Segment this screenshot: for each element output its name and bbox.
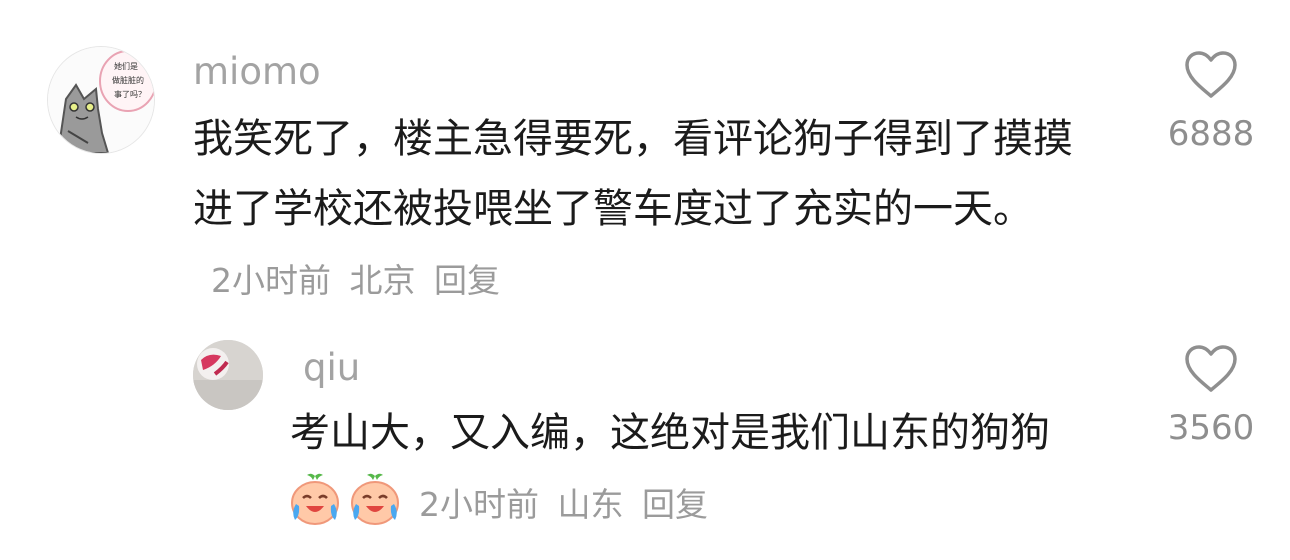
svg-text:做脏脏的: 做脏脏的 — [112, 75, 144, 85]
location: 北京 — [349, 261, 416, 300]
reply-comment-item: qiu 考山大，又入编，这绝对是我们山东的狗狗 2小时前 山东 回复 3560 — [0, 310, 1290, 560]
like-button[interactable]: 6888 — [1156, 50, 1266, 156]
comment-meta: 2小时前 北京 回复 — [211, 261, 508, 300]
svg-text:她们是: 她们是 — [114, 61, 138, 71]
username[interactable]: qiu — [303, 346, 360, 390]
ball-photo-avatar-image — [193, 340, 263, 410]
comment-text: 考山大，又入编，这绝对是我们山东的狗狗 — [290, 410, 1050, 456]
comment-body: 我笑死了，楼主急得要死，看评论狗子得到了摸摸进了学校还被投喂坐了警车度过了充实的… — [193, 116, 1073, 232]
timestamp: 2小时前 — [211, 261, 331, 300]
comment-item: 她们是 做脏脏的 事了吗？ miomo 我笑死了，楼主急得要死，看评论狗子得到了… — [0, 0, 1290, 310]
reply-button[interactable]: 回复 — [434, 261, 500, 300]
avatar[interactable]: 她们是 做脏脏的 事了吗？ — [47, 46, 155, 154]
username[interactable]: miomo — [193, 50, 321, 94]
heart-icon — [1185, 345, 1237, 392]
comment-text: 我笑死了，楼主急得要死，看评论狗子得到了摸摸进了学校还被投喂坐了警车度过了充实的… — [193, 104, 1098, 316]
crying-laughing-peach-emoji — [347, 472, 403, 532]
comment-meta-row: 2小时前 山东 回复 — [287, 472, 716, 532]
location: 山东 — [557, 485, 624, 524]
like-count: 3560 — [1167, 408, 1255, 448]
svg-text:事了吗？: 事了吗？ — [114, 89, 146, 99]
timestamp: 2小时前 — [419, 485, 539, 524]
cat-meme-avatar-image: 她们是 做脏脏的 事了吗？ — [48, 47, 154, 153]
avatar[interactable] — [193, 340, 263, 410]
like-count: 6888 — [1167, 114, 1255, 154]
heart-icon — [1185, 51, 1237, 98]
reply-button[interactable]: 回复 — [642, 485, 708, 524]
crying-laughing-peach-emoji — [287, 472, 343, 532]
comment-meta: 2小时前 山东 回复 — [419, 478, 716, 526]
like-button[interactable]: 3560 — [1156, 344, 1266, 450]
